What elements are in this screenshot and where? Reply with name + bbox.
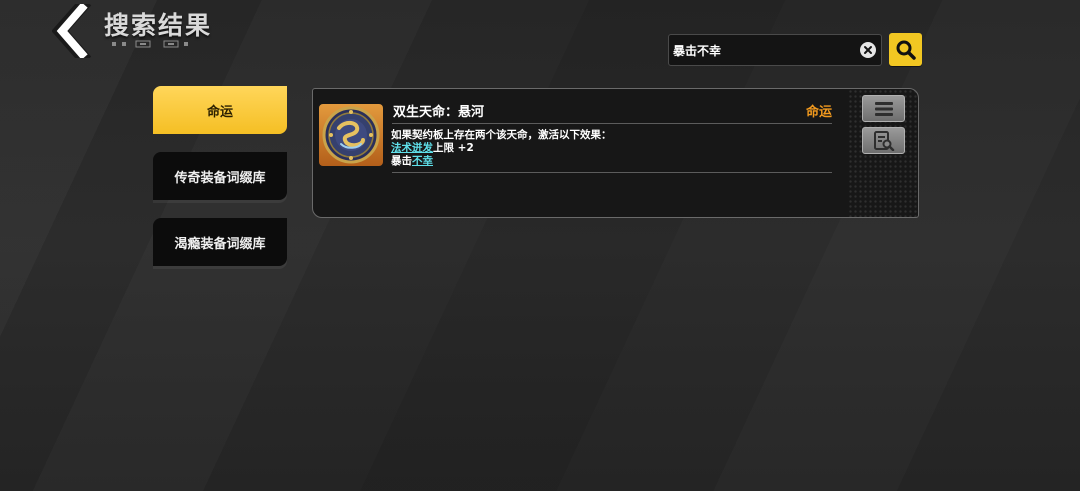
sidebar-item-fate[interactable]: 命运: [153, 86, 287, 134]
divider: [392, 172, 832, 173]
detail-button[interactable]: [862, 127, 905, 154]
effect-description: 如果契约板上存在两个该天命，激活以下效果：: [391, 129, 612, 141]
item-category-label: 命运: [805, 105, 832, 120]
chevron-left-icon: [51, 0, 92, 66]
divider: [392, 123, 832, 124]
keyword-link[interactable]: 不幸: [412, 155, 433, 167]
sidebar-item-label: 渴瘾装备词缀库: [174, 236, 266, 252]
list-button[interactable]: [862, 95, 905, 122]
keyword-link[interactable]: 法术迸发: [391, 142, 433, 154]
list-icon: [874, 101, 893, 116]
sidebar-item-label: 传奇装备词缀库: [174, 170, 266, 186]
close-icon: [864, 46, 872, 54]
clear-search-button[interactable]: [860, 42, 876, 58]
document-search-icon: [873, 130, 894, 151]
swirl-medallion-icon: [322, 106, 380, 164]
search-box: [668, 34, 882, 66]
effect-line-1: 法术迸发上限 +2: [391, 142, 474, 155]
back-button[interactable]: [51, 0, 98, 66]
page-title: 搜索结果: [104, 11, 213, 40]
effect-value: 上限 +2: [433, 142, 474, 154]
effect-prefix: 暴击: [391, 155, 412, 167]
sidebar-item-legendary-affix-library[interactable]: 传奇装备词缀库: [153, 152, 287, 200]
item-icon-frame: [319, 104, 383, 166]
sidebar-item-craving-affix-library[interactable]: 渴瘾装备词缀库: [153, 218, 287, 266]
item-name: 双生天命：悬河: [393, 105, 485, 120]
sidebar-item-label: 命运: [206, 104, 233, 120]
title-decoration: [112, 40, 188, 48]
search-button[interactable]: [889, 33, 922, 66]
effect-line-2: 暴击不幸: [391, 155, 433, 168]
search-icon: [896, 40, 916, 60]
search-input[interactable]: [673, 35, 859, 65]
